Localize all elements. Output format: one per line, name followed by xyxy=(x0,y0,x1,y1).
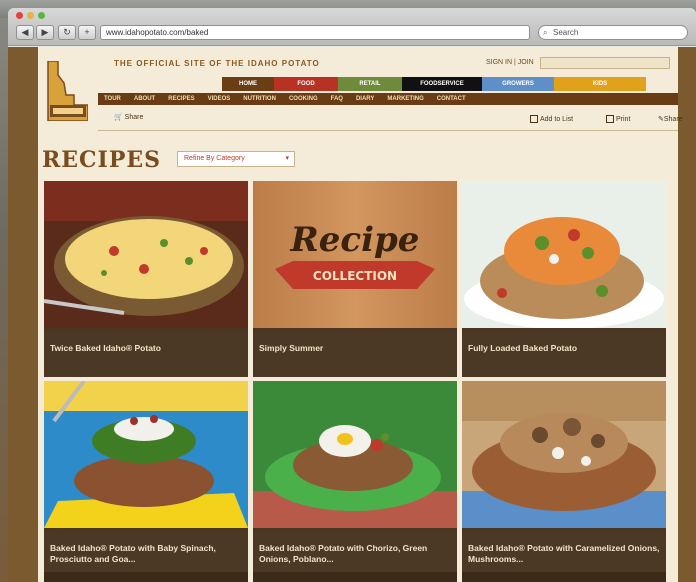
collection-ribbon-text: COLLECTION xyxy=(313,269,397,283)
share-link[interactable]: 🛒 Share xyxy=(114,113,143,121)
browser-search-field[interactable]: ⌕ Search xyxy=(538,25,688,40)
tab-label: FOODSERVICE xyxy=(420,81,464,87)
checkbox-icon xyxy=(530,115,538,123)
recipe-card[interactable]: Baked Idaho® Potato with Baby Spinach, P… xyxy=(44,379,248,577)
recipe-card-partial[interactable] xyxy=(253,572,457,582)
nav-item-faq[interactable]: FAQ xyxy=(331,96,343,102)
nav-item-videos[interactable]: VIDEOS xyxy=(208,96,231,102)
tool-label: Add to List xyxy=(540,115,574,123)
forward-button[interactable]: ▶ xyxy=(36,25,54,40)
recipe-image xyxy=(44,379,248,528)
window-controls xyxy=(16,12,45,19)
site-search-input[interactable] xyxy=(540,57,670,69)
reload-button[interactable]: ↻ xyxy=(58,25,76,40)
tab-retail[interactable]: RETAIL xyxy=(338,77,402,91)
tab-home[interactable]: HOME xyxy=(222,77,274,91)
tab-label: HOME xyxy=(239,81,257,87)
nav-item-tour[interactable]: TOUR xyxy=(104,96,121,102)
tab-foodservice[interactable]: FOODSERVICE xyxy=(402,77,482,91)
category-filter-select[interactable]: Refine By Category ▾ xyxy=(177,151,295,167)
audience-tabs: HOME FOOD RETAIL FOODSERVICE GROWERS KID… xyxy=(222,77,646,91)
nav-item-contact[interactable]: CONTACT xyxy=(437,96,466,102)
tool-label: Share xyxy=(663,116,683,123)
recipe-title: Twice Baked Idaho® Potato xyxy=(44,333,248,377)
recipe-image xyxy=(462,381,666,528)
tab-label: KIDS xyxy=(592,81,608,87)
recipe-image xyxy=(462,181,666,329)
next-row-preview xyxy=(44,572,672,582)
tab-kids[interactable]: KIDS xyxy=(554,77,646,91)
filter-label: Refine By Category xyxy=(184,155,245,162)
browser-toolbar: ◀ ▶ ↻ + www.idahopotato.com/baked ⌕ Sear… xyxy=(8,8,696,46)
nav-item-about[interactable]: ABOUT xyxy=(134,96,155,102)
recipe-card[interactable]: Recipe COLLECTION Simply Summer xyxy=(253,181,457,377)
browser-search-placeholder: Search xyxy=(553,28,579,37)
collection-script-text: Recipe xyxy=(290,220,420,260)
add-to-list-button[interactable]: Add to List xyxy=(530,115,573,123)
recipe-card-partial[interactable] xyxy=(462,572,666,582)
printer-icon xyxy=(606,115,614,123)
back-button[interactable]: ◀ xyxy=(16,25,34,40)
main-navigation: TOUR ABOUT RECIPES VIDEOS NUTRITION COOK… xyxy=(98,93,678,105)
recipe-title: Baked Idaho® Potato with Caramelized Oni… xyxy=(462,533,666,577)
recipe-grid: Twice Baked Idaho® Potato Recipe COLLECT… xyxy=(43,181,666,577)
tool-label: Print xyxy=(616,115,631,123)
share-tool-button[interactable]: ✎Share xyxy=(658,115,683,123)
tab-label: GROWERS xyxy=(502,81,534,87)
nav-item-diary[interactable]: DIARY xyxy=(356,96,374,102)
search-icon: ⌕ xyxy=(543,28,548,37)
recipe-card[interactable]: Fully Loaded Baked Potato xyxy=(462,181,666,377)
sign-in-link[interactable]: SIGN IN | JOIN xyxy=(486,59,534,66)
recipe-card[interactable]: Baked Idaho® Potato with Caramelized Oni… xyxy=(462,381,666,577)
nav-item-marketing[interactable]: MARKETING xyxy=(387,96,423,102)
close-window-icon[interactable] xyxy=(16,12,23,19)
recipe-image xyxy=(253,381,457,528)
recipe-image xyxy=(43,181,248,328)
recipe-card[interactable]: Baked Idaho® Potato with Chorizo, Green … xyxy=(253,381,457,577)
site-header: THE OFFICIAL SITE OF THE IDAHO POTATO SI… xyxy=(38,47,683,143)
zoom-window-icon[interactable] xyxy=(38,12,45,19)
chevron-down-icon: ▾ xyxy=(285,155,289,162)
recipe-collection-image: Recipe COLLECTION xyxy=(253,181,457,328)
recipe-card-partial[interactable] xyxy=(44,572,248,582)
nav-item-recipes[interactable]: RECIPES xyxy=(168,96,194,102)
tab-label: RETAIL xyxy=(359,81,381,87)
page-content: THE OFFICIAL SITE OF THE IDAHO POTATO SI… xyxy=(38,47,683,582)
nav-item-nutrition[interactable]: NUTRITION xyxy=(243,96,276,102)
utility-bar: 🛒 Share Add to List Print ✎Share xyxy=(98,109,683,131)
title-row: RECIPES Refine By Category ▾ xyxy=(42,147,672,173)
recipe-title: Baked Idaho® Potato with Baby Spinach, P… xyxy=(44,533,248,577)
tab-label: FOOD xyxy=(297,81,315,87)
address-bar[interactable]: www.idahopotato.com/baked xyxy=(100,25,530,40)
browser-window: ◀ ▶ ↻ + www.idahopotato.com/baked ⌕ Sear… xyxy=(8,8,696,582)
recipe-title: Simply Summer xyxy=(253,333,457,377)
tab-growers[interactable]: GROWERS xyxy=(482,77,554,91)
minimize-window-icon[interactable] xyxy=(27,12,34,19)
site-tagline: THE OFFICIAL SITE OF THE IDAHO POTATO xyxy=(114,59,320,68)
new-tab-button[interactable]: + xyxy=(78,25,96,40)
tab-food[interactable]: FOOD xyxy=(274,77,338,91)
print-button[interactable]: Print xyxy=(606,115,630,123)
idaho-logo-icon[interactable] xyxy=(44,61,88,121)
page-title: RECIPES xyxy=(42,147,162,173)
nav-item-cooking[interactable]: COOKING xyxy=(289,96,318,102)
cart-icon: 🛒 xyxy=(114,114,123,121)
share-label: Share xyxy=(124,114,144,121)
recipe-title: Baked Idaho® Potato with Chorizo, Green … xyxy=(253,533,457,577)
page-viewport: THE OFFICIAL SITE OF THE IDAHO POTATO SI… xyxy=(8,47,696,582)
recipe-title: Fully Loaded Baked Potato xyxy=(462,333,666,377)
recipe-card[interactable]: Twice Baked Idaho® Potato xyxy=(43,181,248,377)
